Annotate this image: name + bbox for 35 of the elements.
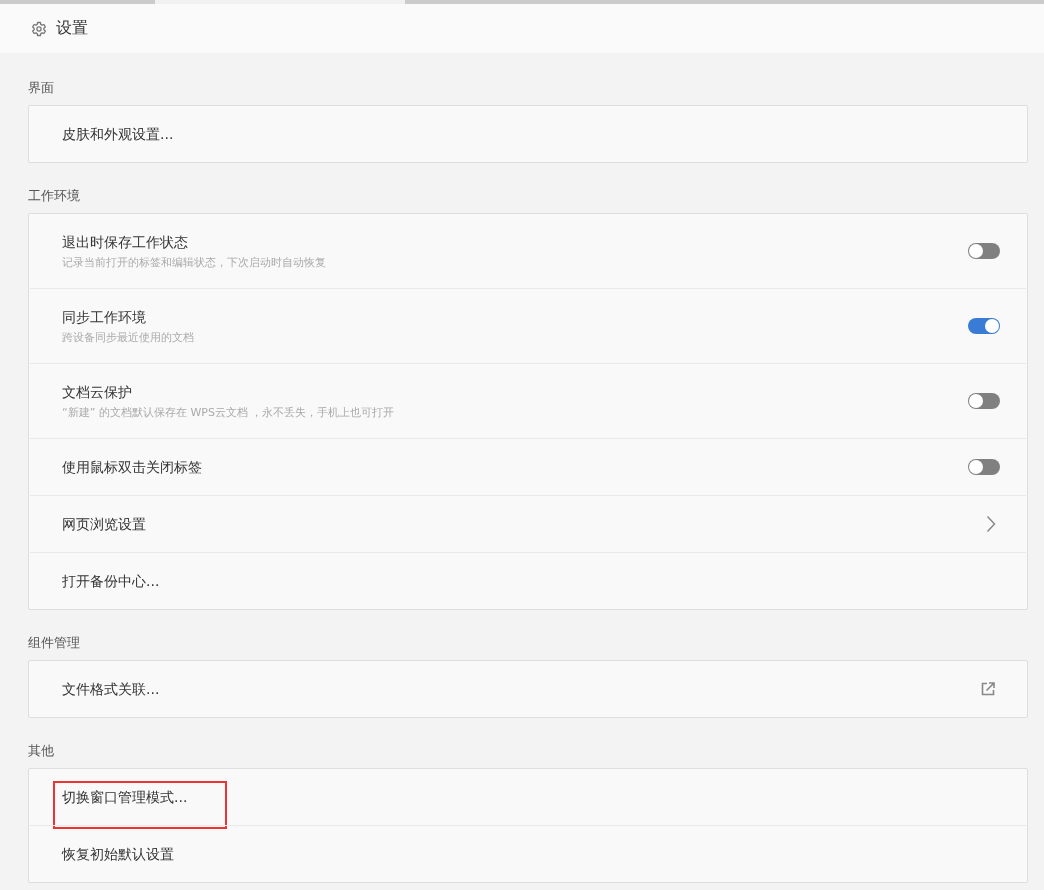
settings-row[interactable]: 切换窗口管理模式...	[30, 769, 1026, 825]
settings-row[interactable]: 恢复初始默认设置	[30, 825, 1026, 882]
settings-row[interactable]: 皮肤和外观设置...	[30, 106, 1026, 162]
settings-row[interactable]: 使用鼠标双击关闭标签	[30, 438, 1026, 495]
settings-row[interactable]: 网页浏览设置	[30, 495, 1026, 552]
settings-row[interactable]: 退出时保存工作状态 记录当前打开的标签和编辑状态，下次启动时自动恢复	[30, 214, 1026, 288]
setting-title: 切换窗口管理模式...	[62, 788, 189, 807]
setting-title: 恢复初始默认设置	[62, 845, 175, 864]
setting-title: 文件格式关联...	[62, 680, 161, 699]
external-link-icon	[980, 681, 996, 697]
setting-title: 退出时保存工作状态	[62, 232, 189, 252]
setting-title: 使用鼠标双击关闭标签	[62, 458, 203, 477]
toggle-switch[interactable]	[968, 459, 1000, 475]
setting-title: 打开备份中心...	[62, 572, 161, 591]
setting-title: 文档云保护	[62, 382, 133, 402]
settings-row[interactable]: 同步工作环境 跨设备同步最近使用的文档	[30, 288, 1026, 363]
setting-description: 跨设备同步最近使用的文档	[62, 329, 195, 346]
setting-description: 记录当前打开的标签和编辑状态，下次启动时自动恢复	[62, 254, 327, 271]
toggle-switch[interactable]	[968, 243, 1000, 259]
section-label: 工作环境	[28, 187, 81, 204]
toggle-switch[interactable]	[968, 318, 1000, 334]
settings-row[interactable]: 文件格式关联...	[30, 661, 1026, 717]
setting-title: 网页浏览设置	[62, 515, 147, 534]
settings-row[interactable]: 打开备份中心...	[30, 552, 1026, 609]
setting-description: “新建” 的文档默认保存在 WPS云文档 ，永不丢失，手机上也可打开	[62, 404, 396, 421]
settings-row[interactable]: 文档云保护 “新建” 的文档默认保存在 WPS云文档 ，永不丢失，手机上也可打开	[30, 363, 1026, 438]
setting-title: 皮肤和外观设置...	[62, 125, 175, 144]
section-label: 其他	[28, 742, 55, 759]
settings-icon	[31, 20, 47, 37]
page-title: 设置	[56, 18, 88, 39]
setting-title: 同步工作环境	[62, 307, 147, 327]
chevron-right-icon	[986, 515, 996, 533]
section-label: 组件管理	[28, 634, 81, 651]
section-label: 界面	[28, 79, 55, 96]
toggle-switch[interactable]	[968, 393, 1000, 409]
